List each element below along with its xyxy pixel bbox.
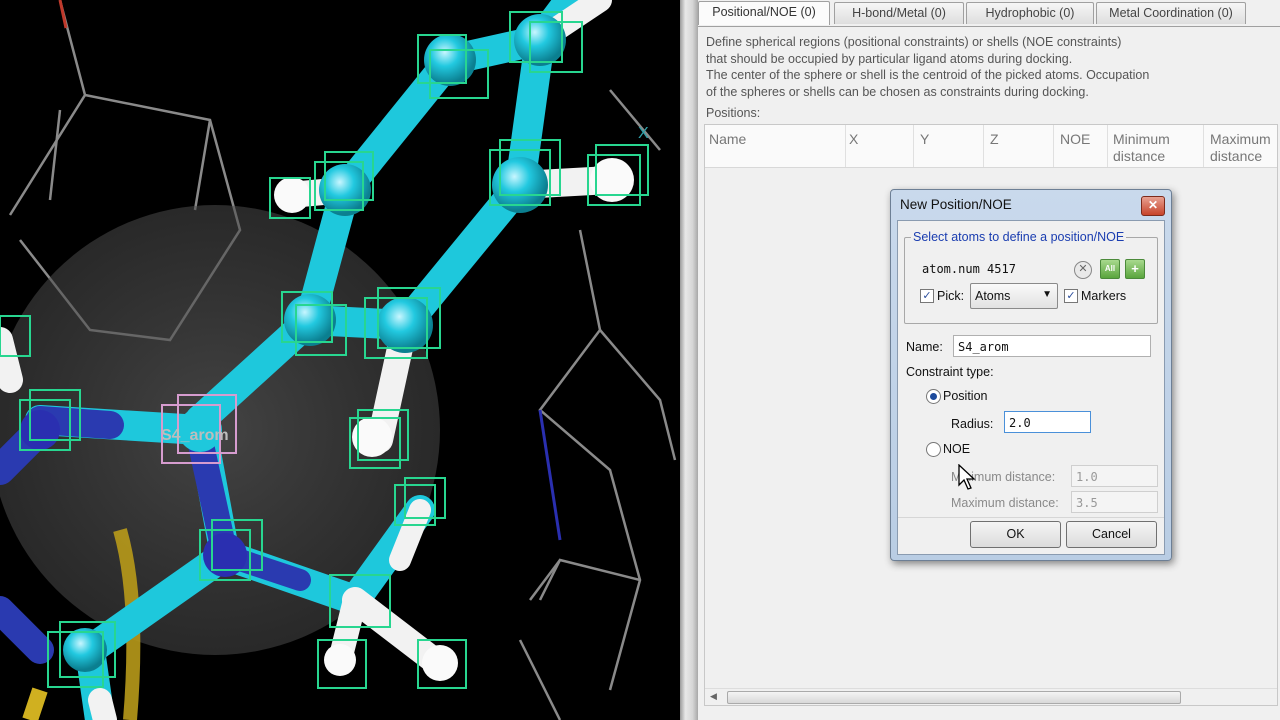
molecule-scene: S4_arom X [0,0,677,720]
pick-dropdown[interactable]: Atoms ▼ [970,283,1058,309]
constraint-type-label: Constraint type: [906,365,994,379]
molecule-viewer[interactable]: S4_arom X [0,0,680,720]
ok-button[interactable]: OK [970,521,1061,548]
position-label: Position [943,389,988,403]
close-icon[interactable]: ✕ [1141,196,1165,216]
noe-radio[interactable] [926,442,941,457]
pick-label: Pick: [937,289,965,303]
tab-positional-noe[interactable]: Positional/NOE (0) [698,1,830,25]
group-title: Select atoms to define a position/NOE [911,230,1127,244]
pick-dropdown-value: Atoms [975,289,1011,303]
select-all-button[interactable]: All [1100,259,1120,279]
maximum-distance-label: Maximum distance: [951,496,1059,510]
column-name[interactable]: Name [709,131,746,148]
dialog-body: Select atoms to define a position/NOE at… [897,220,1165,555]
tab-bar: Positional/NOE (0) H-bond/Metal (0) Hydr… [698,1,1280,27]
atom-selection-input[interactable]: atom.num 4517 [922,259,1077,279]
column-y[interactable]: Y [920,131,929,148]
scroll-left-icon[interactable]: ◀ [710,691,717,702]
markers-label: Markers [1081,289,1127,303]
clear-icon[interactable]: ✕ [1074,261,1092,279]
markers-checkbox[interactable]: ✓ [1064,289,1078,303]
name-label: Name: [906,340,943,354]
scrollbar-thumb[interactable] [727,691,1181,704]
position-radio[interactable] [926,389,941,404]
radius-label: Radius: [951,417,994,431]
tab-metal-coordination[interactable]: Metal Coordination (0) [1096,2,1246,24]
add-atoms-button[interactable]: + [1125,259,1145,279]
tab-hydrophobic[interactable]: Hydrophobic (0) [966,2,1094,24]
column-maximum-distance[interactable]: Maximum distance [1210,131,1280,165]
maximum-distance-field[interactable]: 3.5 [1071,491,1158,513]
positions-label: Positions: [706,106,761,120]
column-x[interactable]: X [849,131,858,148]
horizontal-scrollbar[interactable]: ◀ [705,688,1277,705]
column-noe[interactable]: NOE [1060,131,1090,148]
radius-field[interactable]: 2.0 [1004,411,1091,433]
chevron-down-icon: ▼ [1042,289,1052,300]
pick-checkbox[interactable]: ✓ [920,289,934,303]
axis-label: X [638,125,649,142]
mouse-cursor-icon [958,464,976,490]
minimum-distance-field[interactable]: 1.0 [1071,465,1158,487]
column-minimum-distance[interactable]: Minimum distance [1113,131,1193,165]
atom-label: S4_arom [161,427,229,444]
noe-label: NOE [943,442,971,456]
table-header: Name X Y Z NOE Minimum distance Maximum … [705,125,1277,168]
splitter[interactable] [680,0,698,720]
column-z[interactable]: Z [990,131,999,148]
name-field[interactable]: S4_arom [953,335,1151,357]
atom-selection-group: Select atoms to define a position/NOE [904,230,1158,324]
cancel-button[interactable]: Cancel [1066,521,1157,548]
dialog-title: New Position/NOE [900,197,1012,212]
tab-hbond-metal[interactable]: H-bond/Metal (0) [834,2,964,24]
description-text: Define spherical regions (positional con… [706,35,1150,99]
new-position-dialog: New Position/NOE ✕ Select atoms to defin… [890,189,1172,561]
